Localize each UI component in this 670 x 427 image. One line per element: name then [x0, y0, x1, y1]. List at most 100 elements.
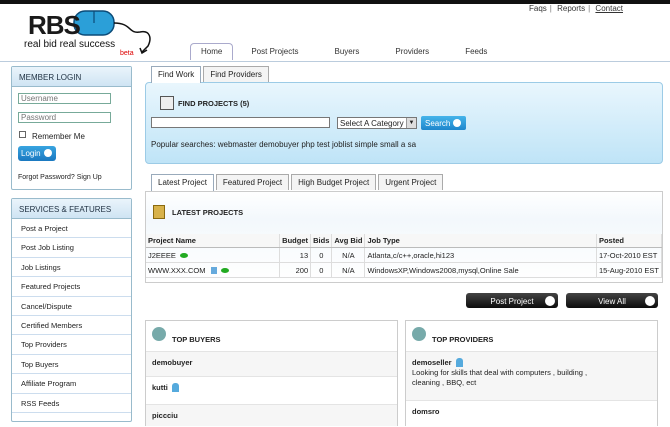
job-type-cell: Atlanta,c/c++,oracle,hi123 [364, 247, 597, 263]
users-icon [412, 327, 426, 341]
tab-high-budget-project[interactable]: High Budget Project [291, 174, 377, 190]
provider-name[interactable]: demoseller [412, 358, 452, 367]
nav-providers[interactable]: Providers [383, 43, 441, 60]
logo[interactable]: RBS real bid real success beta [10, 4, 160, 59]
document-icon [210, 266, 217, 274]
col-job-type: Job Type [364, 234, 597, 248]
password-input[interactable] [18, 112, 111, 123]
project-tabs: Latest Project Featured Project High Bud… [151, 174, 445, 191]
search-button-label: Search [425, 119, 451, 128]
tab-find-work[interactable]: Find Work [151, 66, 202, 83]
nav-feeds[interactable]: Feeds [453, 43, 499, 60]
post-project-label: Post Project [490, 297, 534, 306]
col-bids: Bids [310, 234, 333, 248]
project-name-cell[interactable]: J2EEEE [146, 247, 281, 263]
buyer-name[interactable]: demobuyer [152, 358, 192, 367]
top-providers-heading: TOP PROVIDERS [406, 321, 657, 351]
list-item: demobuyer [146, 351, 397, 376]
col-project-name: Project Name [146, 234, 281, 248]
list-item: kutti [146, 376, 397, 404]
provider-description: Looking for skills that deal with comput… [412, 368, 588, 387]
logo-text: RBS [28, 10, 81, 40]
service-featured-projects[interactable]: Featured Projects [12, 277, 131, 297]
project-name-cell[interactable]: WWW.XXX.COM [146, 262, 281, 278]
job-type-cell: WindowsXP,Windows2008,mysql,Online Sale [364, 262, 597, 278]
provider-name[interactable]: domsro [412, 407, 440, 416]
login-button[interactable]: Login [18, 146, 56, 161]
list-item: demoseller Looking for skills that deal w… [406, 351, 657, 400]
services-heading: SERVICES & FEATURES [12, 199, 131, 219]
nav-post-projects[interactable]: Post Projects [239, 43, 310, 60]
table-row: WWW.XXX.COM 200 0 N/A WindowsXP,Windows2… [146, 262, 663, 278]
list-item: domsro [406, 400, 657, 427]
forgot-signup-link[interactable]: Forgot Password? Sign Up [18, 174, 102, 181]
remember-label: Remember Me [32, 132, 85, 141]
service-post-project[interactable]: Post a Project [12, 219, 131, 239]
budget-cell: 13 [279, 247, 312, 263]
arrow-icon [453, 119, 462, 127]
top-providers-box: TOP PROVIDERS demoseller Looking for skil… [405, 320, 658, 427]
service-rss-feeds[interactable]: RSS Feeds [12, 394, 131, 413]
view-all-button[interactable]: View All [566, 293, 658, 308]
tab-latest-project[interactable]: Latest Project [151, 174, 214, 191]
service-cancel-dispute[interactable]: Cancel/Dispute [12, 297, 131, 316]
login-heading: MEMBER LOGIN [12, 67, 131, 87]
service-top-buyers[interactable]: Top Buyers [12, 355, 131, 375]
bids-cell: 0 [310, 262, 333, 278]
nav-buyers[interactable]: Buyers [322, 43, 371, 60]
project-name[interactable]: WWW.XXX.COM [148, 266, 206, 275]
keyword-input[interactable] [151, 117, 330, 128]
tab-urgent-project[interactable]: Urgent Project [378, 174, 444, 190]
popular-terms[interactable]: webmaster demobuyer php test joblist sim… [218, 140, 416, 149]
username-input[interactable] [18, 93, 111, 104]
category-select[interactable]: Select A Category ▼ [337, 117, 417, 129]
bids-cell: 0 [310, 247, 333, 263]
tab-find-providers[interactable]: Find Providers [203, 66, 269, 82]
tab-featured-project[interactable]: Featured Project [215, 174, 290, 190]
top-buyers-heading: TOP BUYERS [146, 321, 397, 351]
table-row: J2EEEE 13 0 N/A Atlanta,c/c++,oracle,hi1… [146, 247, 663, 263]
view-all-label: View All [598, 297, 626, 306]
service-affiliate-program[interactable]: Affiliate Program [12, 374, 131, 394]
avg-bid-cell: N/A [331, 262, 366, 278]
buyer-name[interactable]: piccciu [152, 411, 178, 420]
table-header: Project Name Budget Bids Avg Bid Job Typ… [146, 234, 663, 248]
eye-icon [179, 252, 188, 258]
search-document-icon [160, 96, 174, 110]
contact-link[interactable]: Contact [595, 4, 623, 13]
top-buyers-title: TOP BUYERS [172, 335, 221, 344]
find-tabs: Find Work Find Providers [151, 66, 271, 83]
service-post-job-listing[interactable]: Post Job Listing [12, 238, 131, 258]
arrow-icon [43, 149, 52, 157]
award-icon [455, 358, 463, 367]
popular-label: Popular searches: [151, 140, 216, 149]
post-project-button[interactable]: Post Project [466, 293, 558, 308]
top-providers-title: TOP PROVIDERS [432, 335, 494, 344]
service-certified-members[interactable]: Certified Members [12, 316, 131, 336]
member-login-box: MEMBER LOGIN Remember Me Login Forgot Pa… [11, 66, 132, 190]
col-avg-bid: Avg Bid [331, 234, 366, 248]
arrow-icon [545, 296, 555, 306]
project-name[interactable]: J2EEEE [148, 251, 176, 260]
folder-icon [153, 205, 165, 219]
reports-link[interactable]: Reports [557, 4, 585, 13]
nav-home[interactable]: Home [190, 43, 234, 60]
top-buyers-box: TOP BUYERS demobuyer kutti piccciu [145, 320, 398, 426]
avg-bid-cell: N/A [331, 247, 366, 263]
faqs-link[interactable]: Faqs [529, 4, 547, 13]
search-button[interactable]: Search [421, 116, 466, 130]
posted-cell: 15-Aug-2010 EST [596, 262, 663, 278]
award-icon [171, 383, 179, 392]
projects-table: Project Name Budget Bids Avg Bid Job Typ… [146, 234, 663, 278]
service-top-providers[interactable]: Top Providers [12, 335, 131, 355]
service-job-listings[interactable]: Job Listings [12, 258, 131, 278]
logo-tagline: real bid real success [24, 39, 116, 50]
budget-cell: 200 [279, 262, 312, 278]
buyer-name[interactable]: kutti [152, 383, 168, 392]
remember-checkbox[interactable] [19, 131, 26, 138]
users-icon [152, 327, 166, 341]
category-value: Select A Category [340, 119, 404, 128]
latest-projects-title: LATEST PROJECTS [172, 208, 244, 217]
list-item: piccciu [146, 404, 397, 426]
posted-cell: 17-Oct-2010 EST [596, 247, 663, 263]
